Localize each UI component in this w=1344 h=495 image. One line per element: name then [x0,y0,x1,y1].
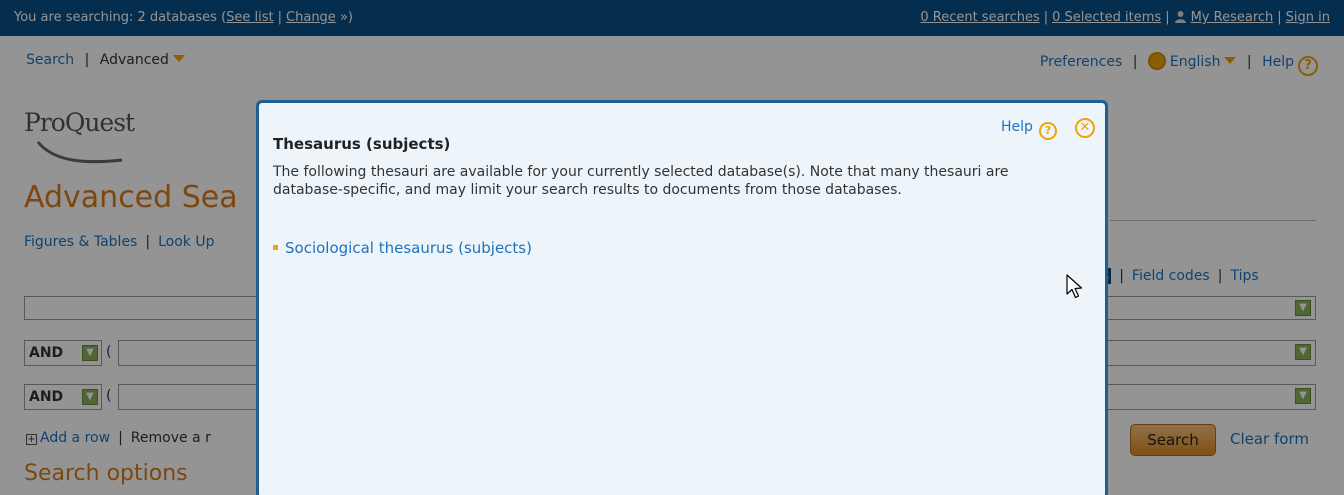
dialog-title: Thesaurus (subjects) [273,135,451,153]
bullet-icon [273,245,278,250]
thesaurus-list-item: Sociological thesaurus (subjects) [273,239,532,257]
dialog-description: The following thesauri are available for… [273,164,1009,198]
help-icon[interactable]: ? [1038,122,1057,140]
sociological-thesaurus-link[interactable]: Sociological thesaurus (subjects) [285,239,532,257]
thesaurus-dialog: Help? ✕ Thesaurus (subjects) The followi… [256,100,1108,495]
dialog-help: Help? [1001,119,1057,140]
dialog-help-link[interactable]: Help [1001,119,1033,135]
mouse-cursor-icon [1066,274,1083,299]
close-icon[interactable]: ✕ [1075,118,1095,138]
